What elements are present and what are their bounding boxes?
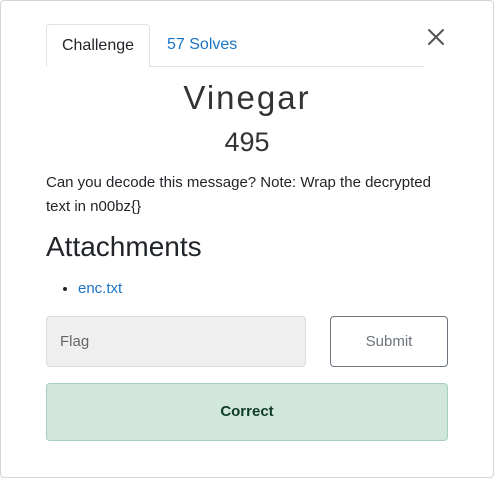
close-icon xyxy=(428,29,444,45)
challenge-description: Can you decode this message? Note: Wrap … xyxy=(46,174,431,215)
tab-solves[interactable]: 57 Solves xyxy=(167,24,237,66)
tab-challenge[interactable]: Challenge xyxy=(46,24,150,67)
attachments-list: enc.txt xyxy=(46,278,122,300)
attachment-link[interactable]: enc.txt xyxy=(78,280,122,297)
submit-button[interactable]: Submit xyxy=(330,316,448,367)
close-button[interactable] xyxy=(426,27,446,47)
attachments-heading: Attachments xyxy=(46,231,202,262)
challenge-tabs: Challenge 57 Solves xyxy=(46,24,424,67)
challenge-points: 495 xyxy=(224,127,270,157)
challenge-modal: Challenge 57 Solves Vinegar 495 Can you … xyxy=(0,0,494,478)
result-alert: Correct xyxy=(46,383,448,441)
list-item: enc.txt xyxy=(78,278,122,300)
challenge-title: Vinegar xyxy=(183,79,311,116)
flag-input[interactable] xyxy=(46,316,306,367)
